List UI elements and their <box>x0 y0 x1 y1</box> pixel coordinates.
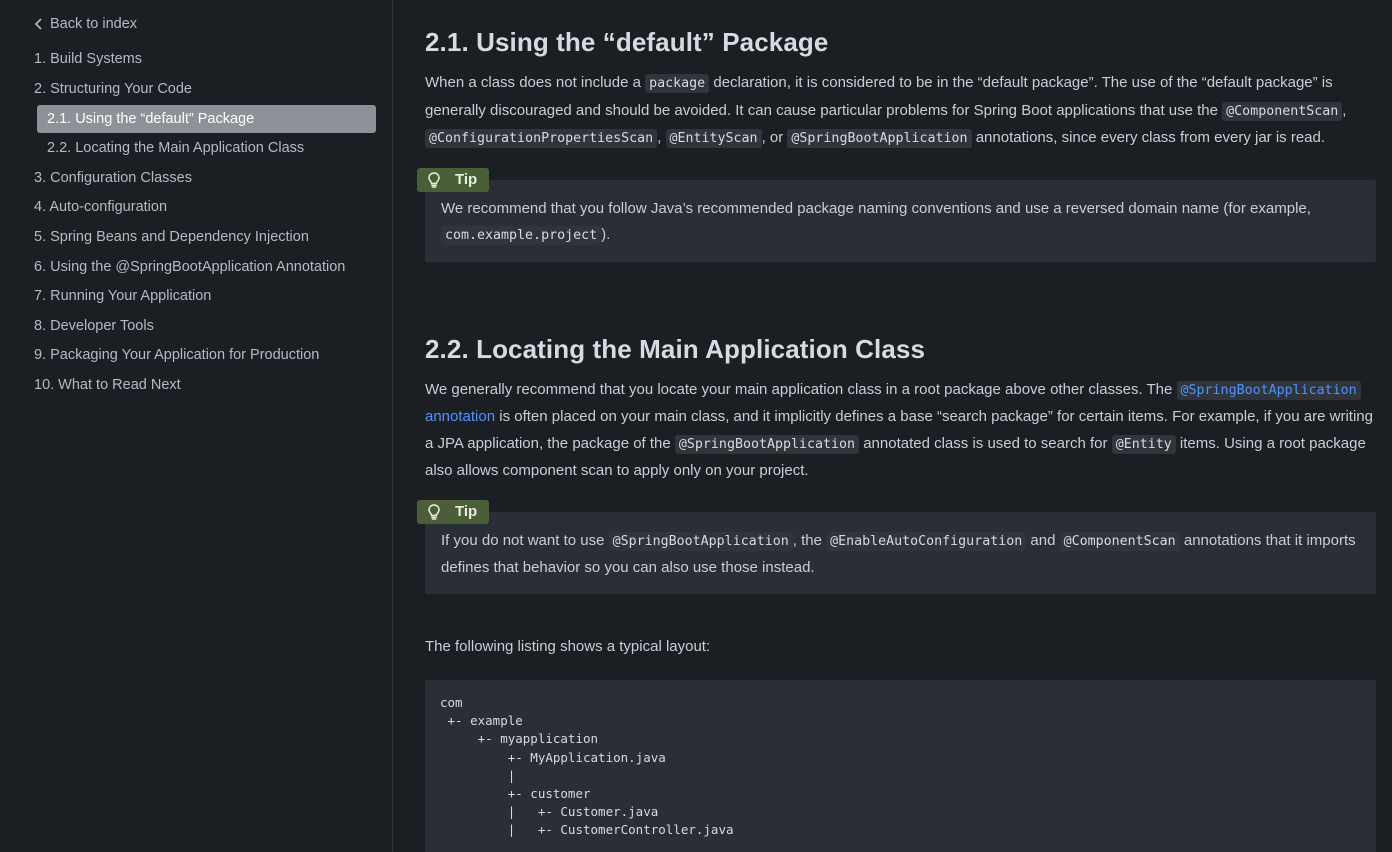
text: If you do not want to use <box>441 531 609 549</box>
toc-item-auto-configuration[interactable]: 4. Auto-configuration <box>0 193 392 223</box>
lightbulb-icon <box>428 503 440 520</box>
main-content: 2.1. Using the “default” Package When a … <box>393 0 1392 852</box>
inline-code: com.example.project <box>441 226 602 245</box>
inline-code: @ConfigurationPropertiesScan <box>425 129 658 148</box>
inline-code: @Entity <box>1111 434 1176 454</box>
toc-item-default-package[interactable]: 2.1. Using the “default” Package <box>37 105 376 134</box>
tip-admonition: Tip If you do not want to use @SpringBoo… <box>417 499 1376 594</box>
text: annotations, since every class from ever… <box>971 129 1326 146</box>
listing-intro: The following listing shows a typical la… <box>425 637 711 655</box>
tip-label: Tip <box>417 499 489 524</box>
inline-code: @EnableAutoConfiguration <box>826 531 1027 551</box>
section-title: 2.1. Using the “default” Package <box>425 27 829 57</box>
toc-item-spring-beans[interactable]: 5. Spring Beans and Dependency Injection <box>0 223 392 253</box>
text: annotated class is used to search for <box>859 434 1112 452</box>
toc-item-configuration-classes[interactable]: 3. Configuration Classes <box>0 164 392 194</box>
tip-content: If you do not want to use @SpringBootApp… <box>425 511 1376 594</box>
inline-code: @SpringBootApplication <box>787 129 972 148</box>
inline-code: @EntityScan <box>665 129 762 148</box>
inline-code: @ComponentScan <box>1059 531 1180 551</box>
back-label: Back to index <box>50 16 138 32</box>
section-title: 2.2. Locating the Main Application Class <box>425 333 926 364</box>
text: We recommend that you follow Java’s reco… <box>441 199 1311 217</box>
inline-code: @SpringBootApplication <box>674 434 860 454</box>
toc-item-running-your-application[interactable]: 7. Running Your Application <box>0 282 392 312</box>
back-to-index-link[interactable]: Back to index <box>0 10 392 36</box>
paragraph: We generally recommend that you locate y… <box>425 377 1376 485</box>
text: , <box>1342 101 1347 119</box>
toc-item-developer-tools[interactable]: 8. Developer Tools <box>0 312 392 342</box>
tip-admonition: Tip We recommend that you follow Java’s … <box>417 167 1376 262</box>
toc-item-packaging[interactable]: 9. Packaging Your Application for Produc… <box>0 341 392 371</box>
sidebar-toc: Back to index 1. Build Systems 2. Struct… <box>0 0 393 852</box>
text: , or <box>761 129 788 146</box>
chevron-left-icon <box>34 18 48 30</box>
text: We generally recommend that you locate y… <box>425 380 1177 398</box>
inline-code: @SpringBootApplication <box>608 531 793 551</box>
app-window: Back to index 1. Build Systems 2. Struct… <box>0 0 1392 852</box>
section-default-package: 2.1. Using the “default” Package When a … <box>417 24 1376 262</box>
toc-item-springbootapplication-annotation[interactable]: 6. Using the @SpringBootApplication Anno… <box>0 253 392 283</box>
text: ). <box>601 226 611 243</box>
inline-code: @ComponentScan <box>1222 101 1343 121</box>
toc-list: 1. Build Systems 2. Structuring Your Cod… <box>0 45 392 401</box>
text: , the <box>792 531 827 549</box>
lightbulb-icon <box>428 171 440 188</box>
toc-item-what-to-read-next[interactable]: 10. What to Read Next <box>0 371 392 401</box>
text: , <box>657 129 666 146</box>
tip-text: Tip <box>455 503 478 520</box>
text: and <box>1026 531 1060 549</box>
toc-item-structuring-your-code[interactable]: 2. Structuring Your Code <box>0 75 392 105</box>
tip-content: We recommend that you follow Java’s reco… <box>425 179 1376 262</box>
toc-item-locating-main-class[interactable]: 2.2. Locating the Main Application Class <box>0 134 392 164</box>
link-text: annotation <box>425 408 496 425</box>
tip-label: Tip <box>417 167 489 192</box>
inline-code: package <box>645 74 710 93</box>
inline-code: @SpringBootApplication <box>1176 380 1361 400</box>
tip-text: Tip <box>455 171 478 188</box>
section-locating-main-class: 2.2. Locating the Main Application Class… <box>417 331 1376 852</box>
paragraph: When a class does not include a package … <box>425 70 1376 153</box>
code-listing: com +- example +- myapplication +- MyApp… <box>425 680 1376 852</box>
text: When a class does not include a <box>425 74 646 91</box>
toc-item-build-systems[interactable]: 1. Build Systems <box>0 45 392 75</box>
